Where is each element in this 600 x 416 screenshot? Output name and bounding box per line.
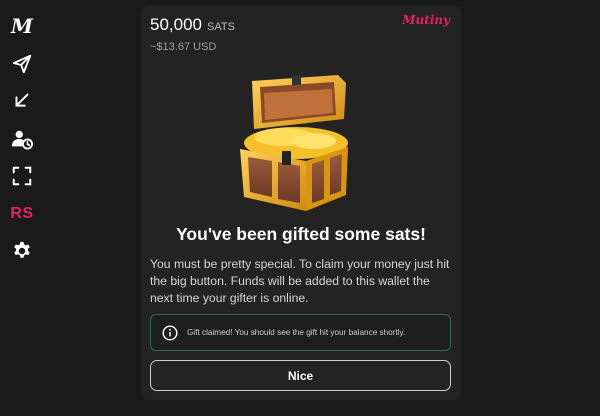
profile-initials-button[interactable]: RS: [6, 198, 38, 230]
scan-icon[interactable]: [6, 160, 38, 192]
mutiny-logo-icon[interactable]: M: [6, 10, 38, 42]
user-clock-icon[interactable]: [6, 123, 38, 155]
profile-initials: RS: [10, 204, 34, 222]
gift-description: You must be pretty special. To claim you…: [150, 257, 450, 305]
gift-claimed-notice: Gift claimed! You should see the gift hi…: [150, 314, 451, 351]
nice-button[interactable]: Nice: [150, 360, 451, 391]
mutiny-brand-logo: Mutiny: [402, 13, 450, 27]
gift-headline: You've been gifted some sats!: [176, 224, 426, 244]
gift-card: 50,000 SATS ~$13.67 USD Mutiny You've be…: [141, 5, 461, 400]
usd-amount: ~$13.67 USD: [150, 41, 217, 53]
send-icon[interactable]: [6, 48, 38, 80]
amount-value: 50,000: [150, 15, 202, 34]
gift-claimed-text: Gift claimed! You should see the gift hi…: [187, 328, 406, 337]
sidebar: M RS: [0, 0, 44, 416]
mutiny-logo-text: M: [10, 14, 34, 38]
amount-unit: SATS: [207, 21, 235, 33]
info-icon: [162, 324, 178, 341]
balance-amount: 50,000 SATS: [150, 15, 235, 35]
treasure-chest-image: [240, 75, 348, 211]
gear-icon[interactable]: [6, 235, 38, 267]
receive-arrow-icon[interactable]: [6, 85, 38, 117]
